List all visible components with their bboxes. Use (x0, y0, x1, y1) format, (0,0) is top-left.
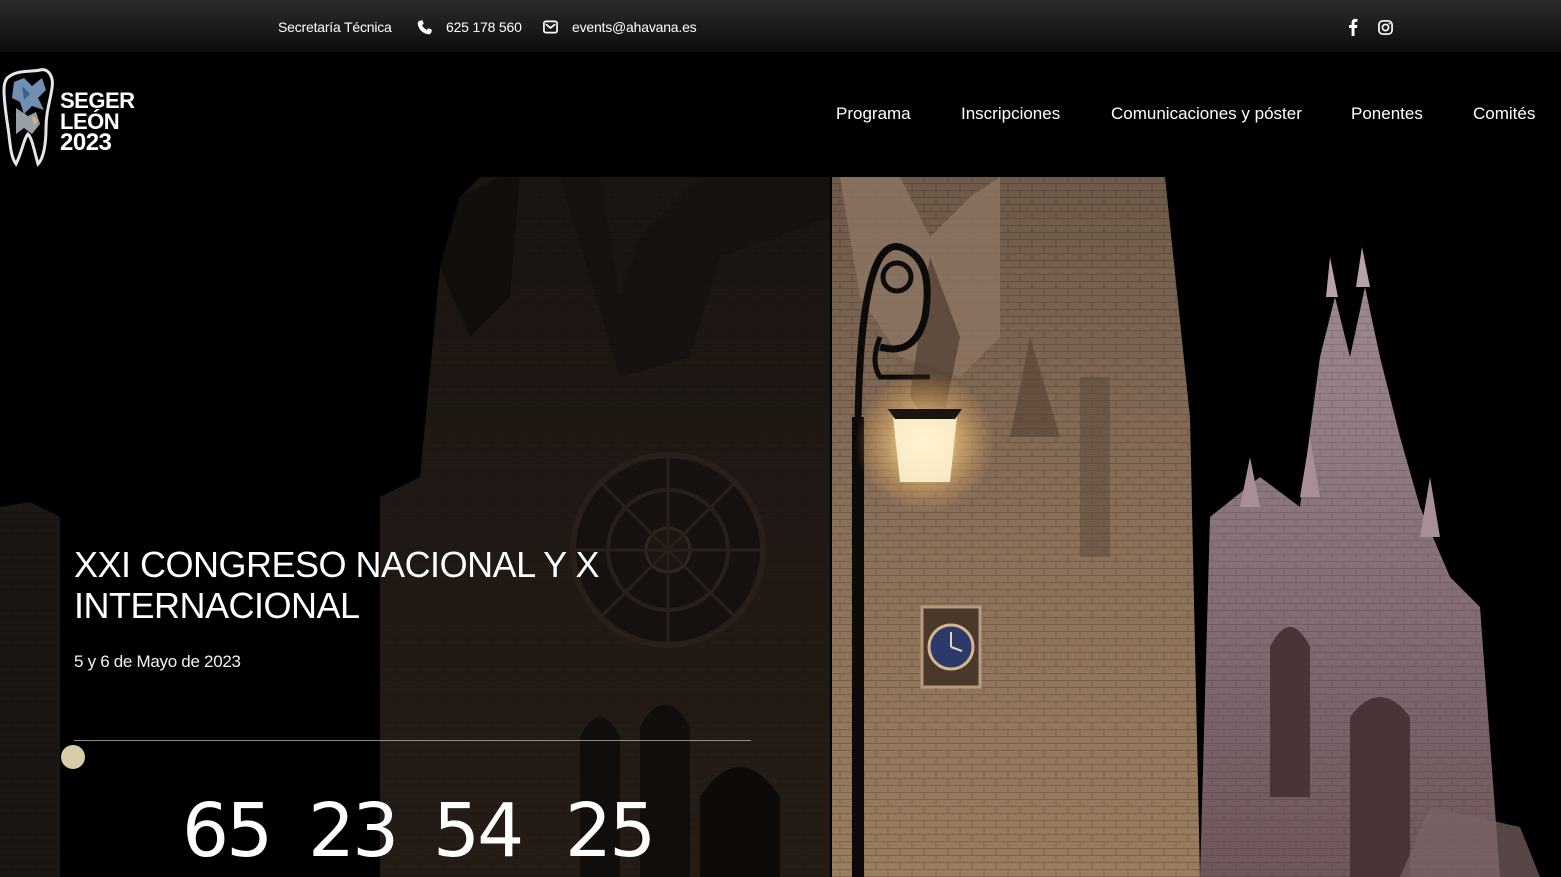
instagram-icon (1377, 19, 1393, 35)
phone-icon (417, 19, 432, 34)
nav-item-comunicaciones-poster[interactable]: Comunicaciones y póster (1111, 104, 1302, 124)
instagram-link[interactable] (1375, 17, 1395, 37)
countdown-days: 65 (182, 788, 273, 874)
hero-section: XXI CONGRESO NACIONAL Y X INTERNACIONAL … (0, 177, 1561, 877)
countdown-minutes: 54 (433, 788, 524, 874)
hero-divider (74, 740, 751, 741)
envelope-icon (543, 20, 558, 34)
congress-title: XXI CONGRESO NACIONAL Y X INTERNACIONAL (74, 544, 600, 626)
facebook-link[interactable] (1343, 17, 1363, 37)
congress-date: 5 y 6 de Mayo de 2023 (74, 652, 241, 671)
logo-line-1: SEGER (60, 88, 135, 113)
top-contact-bar: Secretaría Técnica 625 178 560 events@ah… (0, 0, 1561, 52)
cathedral-background-image (0, 177, 1561, 877)
logo-text: SEGER LEÓN 2023 (60, 88, 135, 156)
countdown-seconds: 25 (565, 788, 656, 874)
countdown-hours: 23 (308, 788, 399, 874)
secretaria-tecnica-label: Secretaría Técnica (278, 17, 392, 37)
page: Secretaría Técnica 625 178 560 events@ah… (0, 0, 1561, 877)
facebook-icon (1349, 18, 1358, 36)
email-text: events@ahavana.es (572, 19, 697, 35)
tooth-emblem-icon (2, 68, 54, 167)
phone-link[interactable]: 625 178 560 (417, 17, 522, 37)
nav-item-comites[interactable]: Comités (1473, 104, 1535, 124)
secretaria-text: Secretaría Técnica (278, 19, 392, 35)
site-header: SEGER LEÓN 2023 Programa Inscripciones C… (0, 52, 1561, 177)
email-link[interactable]: events@ahavana.es (543, 17, 697, 37)
nav-item-ponentes[interactable]: Ponentes (1351, 104, 1423, 124)
logo-line-3: 2023 (60, 129, 112, 156)
phone-text: 625 178 560 (446, 19, 522, 35)
nav-item-programa[interactable]: Programa (836, 104, 911, 124)
seger-leon-logo[interactable]: SEGER LEÓN 2023 (2, 68, 135, 168)
nav-item-inscripciones[interactable]: Inscripciones (961, 104, 1060, 124)
